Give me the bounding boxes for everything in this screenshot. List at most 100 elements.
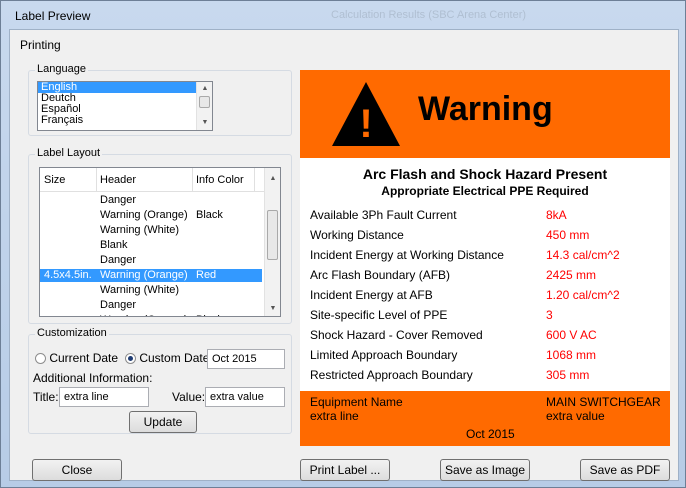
table-row[interactable]: Danger (40, 254, 262, 267)
customization-group-label: Customization (35, 327, 109, 339)
table-row[interactable]: 4.5x4.5in. Warning (Orange) Red (40, 269, 262, 282)
window-title: Label Preview (15, 9, 91, 23)
equipment-name-value: MAIN SWITCHGEAR (546, 395, 661, 409)
extra-info-value: extra value (546, 409, 605, 423)
scroll-thumb[interactable] (199, 96, 210, 108)
cell-header: Blank (100, 239, 128, 251)
custom-date-radio[interactable]: Custom Date (125, 351, 209, 365)
column-header-size[interactable]: Size (44, 174, 65, 186)
hazard-label: Limited Approach Boundary (310, 348, 458, 362)
warning-header-text: Warning (418, 90, 553, 128)
table-row[interactable]: Warning (White) (40, 224, 262, 237)
table-row[interactable]: Blank (40, 239, 262, 252)
label-preview: ! Warning Arc Flash and Shock Hazard Pre… (300, 70, 670, 446)
table-row[interactable]: Danger (40, 299, 262, 312)
language-group-label: Language (35, 63, 88, 75)
hazard-row: Arc Flash Boundary (AFB) 2425 mm (310, 268, 660, 288)
hazard-row: Available 3Ph Fault Current 8kA (310, 208, 660, 228)
hazard-label: Arc Flash Boundary (AFB) (310, 268, 451, 282)
cell-color: Black (196, 209, 223, 221)
preview-title: Arc Flash and Shock Hazard Present (362, 166, 608, 182)
hazard-value: 305 mm (546, 368, 590, 382)
exclamation-icon: ! (359, 102, 373, 146)
extra-title-value: extra line (310, 409, 359, 423)
title-label: Title: (33, 390, 59, 404)
background-window-title: Calculation Results (SBC Arena Center) (331, 9, 527, 21)
cell-header: Warning (Orange) (100, 314, 188, 316)
title-input[interactable]: extra line (59, 387, 149, 407)
hazard-value: 8kA (546, 208, 567, 222)
scroll-down-icon[interactable]: ▼ (265, 302, 280, 316)
hazard-label: Available 3Ph Fault Current (310, 208, 457, 222)
value-label: Value: (172, 390, 206, 404)
hazard-value: 1068 mm (546, 348, 597, 362)
column-header-header[interactable]: Header (100, 174, 136, 186)
language-item[interactable]: Français (38, 115, 212, 126)
hazard-label: Restricted Approach Boundary (310, 368, 473, 382)
cell-size: 4.5x4.5in. (44, 269, 92, 281)
scroll-up-icon[interactable]: ▲ (197, 82, 212, 96)
value-input[interactable]: extra value (205, 387, 285, 407)
hazard-value: 14.3 cal/cm^2 (546, 248, 620, 262)
current-date-radio[interactable]: Current Date (35, 351, 118, 365)
cell-header: Danger (100, 254, 137, 266)
column-header-info-color[interactable]: Info Color (196, 174, 244, 186)
grid-header: Size Header Info Color (40, 168, 280, 192)
hazard-label: Shock Hazard - Cover Removed (310, 328, 483, 342)
language-group: Language English Deutch Español Français ▲ … (28, 63, 292, 136)
language-listbox[interactable]: English Deutch Español Français ▲ ▼ (37, 81, 213, 131)
label-layout-grid[interactable]: Size Header Info Color Danger Warning (Or… (39, 167, 281, 317)
hazard-row: Working Distance 450 mm (310, 228, 660, 248)
customization-group: Customization Current Date Custom Date O… (28, 327, 292, 434)
language-scrollbar[interactable]: ▲ ▼ (196, 82, 212, 130)
table-row[interactable]: Warning (White) (40, 284, 262, 297)
tab-printing[interactable]: Printing (20, 38, 61, 52)
cell-header: Danger (100, 299, 137, 311)
table-row[interactable]: Warning (Orange) Black (40, 209, 262, 222)
preview-subtitle: Appropriate Electrical PPE Required (381, 184, 589, 198)
scroll-up-icon[interactable]: ▲ (265, 172, 280, 186)
cell-header: Danger (100, 194, 137, 206)
table-row[interactable]: Warning (Orange) Black (40, 314, 262, 316)
hazard-value: 450 mm (546, 228, 590, 242)
cell-header: Warning (White) (100, 224, 180, 236)
scroll-down-icon[interactable]: ▼ (197, 116, 212, 130)
scroll-thumb[interactable] (267, 210, 278, 260)
save-as-image-button[interactable]: Save as Image (440, 459, 530, 481)
label-layout-group: Label Layout Size Header Info Color Dang… (28, 147, 292, 324)
additional-info-label: Additional Information: (33, 371, 153, 385)
dialog-client-area: Printing Language English Deutch Español Fr… (9, 29, 679, 481)
hazard-row: Site-specific Level of PPE 3 (310, 308, 660, 328)
cell-header: Warning (White) (100, 284, 180, 296)
hazard-value: 3 (546, 308, 553, 322)
hazard-row: Shock Hazard - Cover Removed 600 V AC (310, 328, 660, 348)
equipment-name-label: Equipment Name (310, 395, 403, 409)
update-button[interactable]: Update (129, 411, 197, 433)
cell-color: Black (196, 314, 223, 316)
custom-date-input[interactable]: Oct 2015 (207, 349, 285, 369)
save-as-pdf-button[interactable]: Save as PDF (580, 459, 670, 481)
hazard-value: 1.20 cal/cm^2 (546, 288, 620, 302)
table-row[interactable]: Danger (40, 194, 262, 207)
current-date-label: Current Date (49, 351, 119, 365)
print-label-button[interactable]: Print Label ... (300, 459, 390, 481)
hazard-row: Limited Approach Boundary 1068 mm (310, 348, 660, 368)
cell-color: Red (196, 269, 217, 281)
close-button[interactable]: Close (32, 459, 122, 481)
custom-date-label: Custom Date (139, 351, 210, 365)
equipment-footer-band: Equipment Name MAIN SWITCHGEAR extra lin… (300, 391, 670, 446)
title-bar[interactable]: Label Preview Calculation Results (SBC A… (1, 1, 685, 29)
hazard-label: Incident Energy at Working Distance (310, 248, 504, 262)
hazard-value: 600 V AC (546, 328, 597, 342)
current-date-radio-button[interactable] (35, 353, 46, 364)
hazard-value: 2425 mm (546, 268, 597, 282)
hazard-row: Restricted Approach Boundary 305 mm (310, 368, 660, 388)
hazard-label: Working Distance (310, 228, 404, 242)
cell-header: Warning (Orange) (100, 209, 188, 221)
label-date: Oct 2015 (466, 427, 515, 441)
custom-date-radio-button[interactable] (125, 353, 136, 364)
label-layout-scrollbar[interactable]: ▲ ▼ (264, 168, 280, 316)
hazard-label: Site-specific Level of PPE (310, 308, 448, 322)
cell-header: Warning (Orange) (100, 269, 188, 281)
hazard-label: Incident Energy at AFB (310, 288, 433, 302)
